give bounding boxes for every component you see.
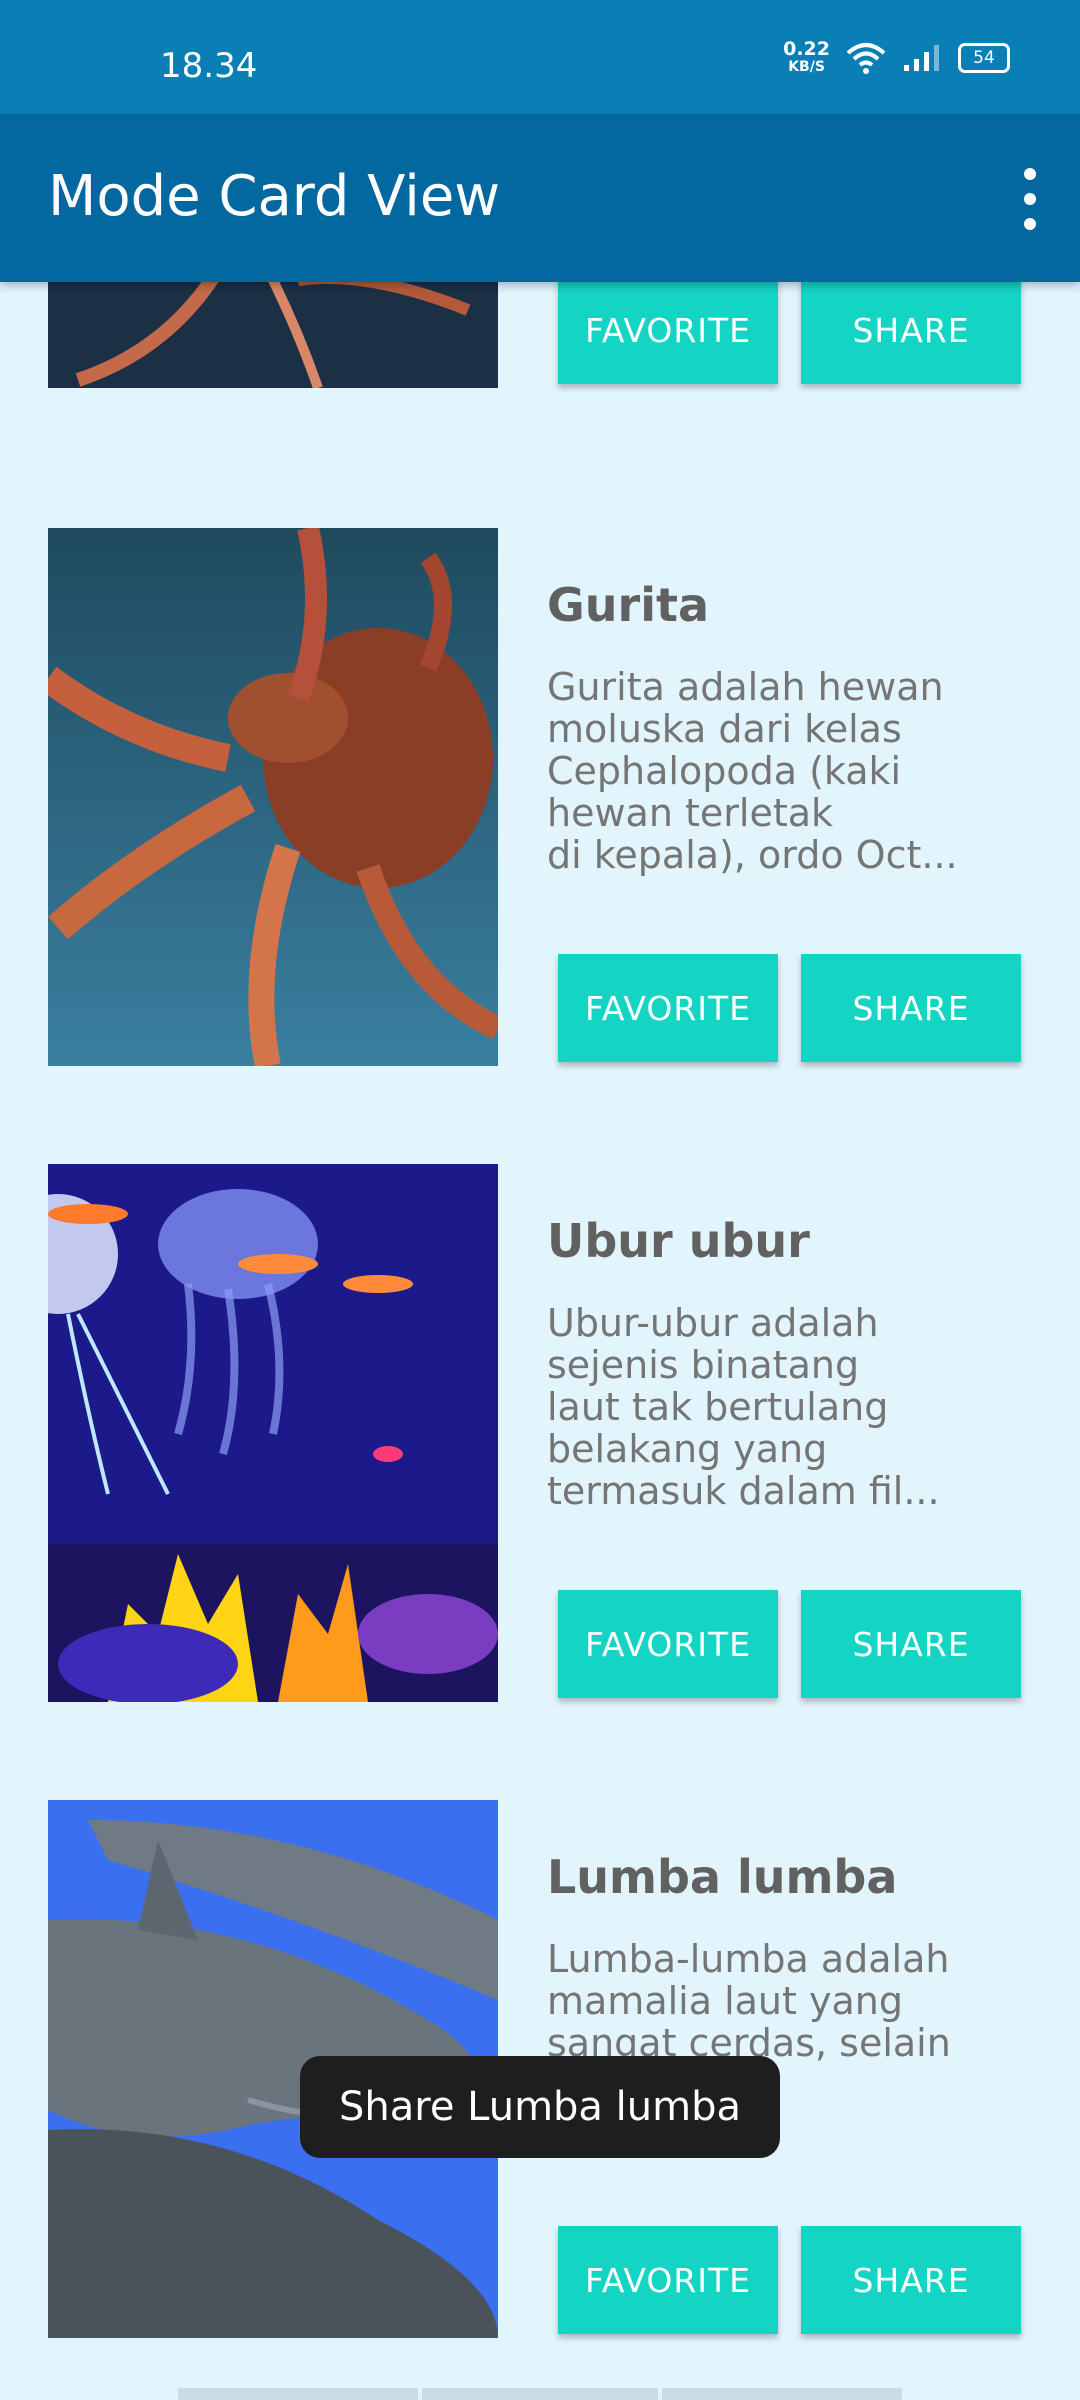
status-bar: 18.34 0.22 KB/S 54 <box>0 0 1080 114</box>
card-description: Gurita adalah hewan moluska dari kelas C… <box>547 665 958 877</box>
app-title: Mode Card View <box>48 164 501 229</box>
card-item: Gurita Gurita adalah hewan moluska dari … <box>48 528 1028 1066</box>
card-title: Gurita <box>547 578 709 632</box>
battery-icon: 54 <box>958 43 1010 73</box>
status-time: 18.34 <box>160 46 258 86</box>
favorite-button[interactable]: FAVORITE <box>558 2226 778 2334</box>
toast-message: Share Lumba lumba <box>300 2056 780 2158</box>
app-bar: Mode Card View <box>0 114 1080 282</box>
card-item: FAVORITE SHARE <box>48 282 1028 388</box>
status-icons: 0.22 KB/S 54 <box>783 40 1010 76</box>
bottom-strip <box>178 2388 418 2400</box>
card-image-octopus <box>48 528 498 1066</box>
share-button[interactable]: SHARE <box>801 2226 1021 2334</box>
wifi-icon <box>846 43 886 74</box>
bottom-strip <box>422 2388 658 2400</box>
favorite-button[interactable]: FAVORITE <box>558 282 778 384</box>
bottom-strip <box>662 2388 902 2400</box>
card-title: Lumba lumba <box>547 1850 898 1904</box>
network-speed-value: 0.22 <box>783 38 830 60</box>
network-speed: 0.22 KB/S <box>783 40 830 76</box>
signal-icon <box>904 45 939 71</box>
favorite-button[interactable]: FAVORITE <box>558 954 778 1062</box>
share-button[interactable]: SHARE <box>801 1590 1021 1698</box>
share-button[interactable]: SHARE <box>801 954 1021 1062</box>
card-item: Ubur ubur Ubur-ubur adalah sejenis binat… <box>48 1164 1028 1702</box>
share-button[interactable]: SHARE <box>801 282 1021 384</box>
card-image-jellyfish <box>48 1164 498 1702</box>
favorite-button[interactable]: FAVORITE <box>558 1590 778 1698</box>
card-description: Ubur-ubur adalah sejenis binatang laut t… <box>547 1301 940 1513</box>
more-options-icon[interactable] <box>1010 164 1050 234</box>
card-title: Ubur ubur <box>547 1214 810 1268</box>
network-speed-unit: KB/S <box>788 59 825 75</box>
card-image <box>48 282 498 388</box>
